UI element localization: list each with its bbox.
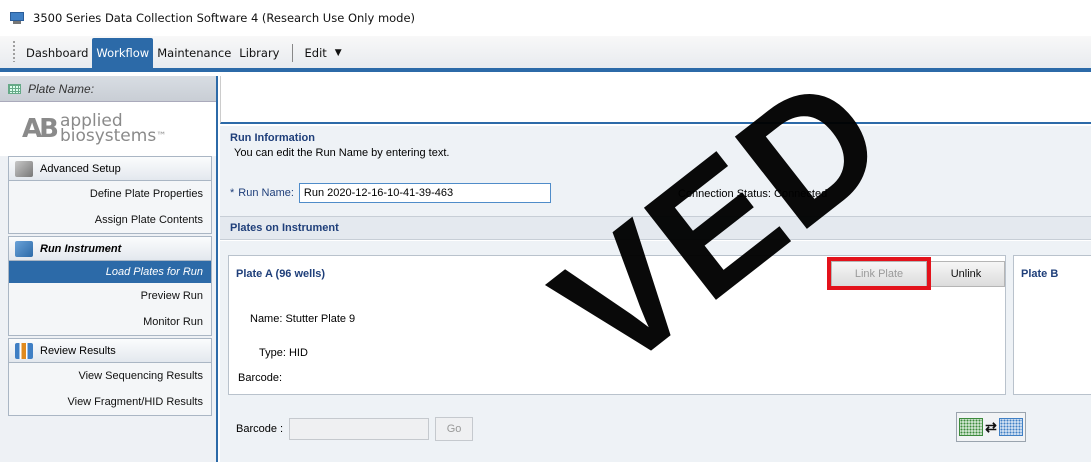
nav-header-label: Review Results <box>40 344 116 357</box>
logo-mark: AB <box>22 114 59 144</box>
tab-maintenance[interactable]: Maintenance <box>153 40 235 66</box>
nav-header-review-results[interactable]: Review Results <box>9 339 211 363</box>
run-instrument-icon <box>15 240 33 257</box>
plates-on-instrument-title: Plates on Instrument <box>230 222 339 234</box>
run-information-panel: Run Information You can edit the Run Nam… <box>220 126 1091 216</box>
edit-menu-label: Edit <box>304 46 327 60</box>
review-results-icon <box>15 342 33 359</box>
app-icon <box>10 12 24 24</box>
tab-dashboard[interactable]: Dashboard <box>22 40 92 66</box>
tab-workflow[interactable]: Workflow <box>92 38 154 72</box>
nav-section-advanced-setup: Advanced Setup Define Plate Properties A… <box>8 156 212 234</box>
run-information-title: Run Information <box>230 132 315 144</box>
sidebar-item-view-sequencing-results[interactable]: View Sequencing Results <box>9 363 211 389</box>
setup-icon <box>15 160 33 177</box>
nav-section-run-instrument: Run Instrument Load Plates for Run Previ… <box>8 236 212 336</box>
plate-a-name: Name: Stutter Plate 9 <box>250 313 356 325</box>
menubar: Dashboard Workflow Maintenance Library E… <box>0 36 1091 72</box>
run-name-input[interactable] <box>298 183 551 203</box>
applied-biosystems-logo: AB applied biosystems™ <box>0 102 216 156</box>
sidebar-item-preview-run[interactable]: Preview Run <box>9 283 211 309</box>
plate-name-label: Plate Name: <box>28 81 95 96</box>
sidebar: Plate Name: AB applied biosystems™ Advan… <box>0 76 218 462</box>
window-titlebar: 3500 Series Data Collection Software 4 (… <box>0 0 1091 36</box>
run-name-label: Run Name: <box>238 187 294 199</box>
barcode-input[interactable] <box>289 418 430 440</box>
logo-text: applied biosystems™ <box>59 113 167 146</box>
chevron-down-icon: ▼ <box>334 48 342 58</box>
plates-area: Plate A (96 wells) Link Plate Unlink Nam… <box>220 241 1091 462</box>
logo-tm: ™ <box>156 131 167 142</box>
nav-header-label: Advanced Setup <box>40 162 121 175</box>
plates-on-instrument-bar: Plates on Instrument <box>220 216 1091 240</box>
sidebar-item-assign-plate-contents[interactable]: Assign Plate Contents <box>9 207 211 233</box>
sidebar-item-view-fragment-hid-results[interactable]: View Fragment/HID Results <box>9 389 211 415</box>
plate-a-type: Type: HID <box>259 347 308 359</box>
barcode-label: Barcode : <box>236 423 284 435</box>
plate-a-title: Plate A (96 wells) <box>236 268 326 280</box>
toolbar-grip-icon <box>12 40 16 62</box>
plate-b-card: Plate B <box>1013 255 1091 395</box>
plate-b-title: Plate B <box>1021 268 1059 280</box>
main-header-strip <box>220 76 1091 124</box>
run-name-row: * Run Name: <box>230 183 551 203</box>
plate-b-mini-icon <box>999 418 1023 436</box>
sidebar-item-define-plate-properties[interactable]: Define Plate Properties <box>9 181 211 207</box>
nav-header-label: Run Instrument <box>40 242 122 255</box>
window-title: 3500 Series Data Collection Software 4 (… <box>33 11 416 25</box>
run-information-description: You can edit the Run Name by entering te… <box>234 147 450 159</box>
plate-name-bar: Plate Name: <box>0 76 216 102</box>
sidebar-item-monitor-run[interactable]: Monitor Run <box>9 309 211 335</box>
edit-menu[interactable]: Edit ▼ <box>301 40 346 66</box>
tab-library[interactable]: Library <box>235 40 283 66</box>
plate-a-barcode: Barcode: <box>238 372 283 384</box>
barcode-row: Barcode : Go <box>236 417 474 441</box>
logo-line2: biosystems <box>59 126 157 146</box>
main-content: Run Information You can edit the Run Nam… <box>220 76 1091 462</box>
nav-header-advanced-setup[interactable]: Advanced Setup <box>9 157 211 181</box>
required-asterisk: * <box>230 187 235 199</box>
nav-section-review-results: Review Results View Sequencing Results V… <box>8 338 212 416</box>
connection-status: Connection Status: Connected <box>678 188 828 200</box>
nav-header-run-instrument[interactable]: Run Instrument <box>9 237 211 261</box>
unlink-button[interactable]: Unlink <box>927 261 1005 287</box>
sidebar-item-load-plates-for-run[interactable]: Load Plates for Run <box>9 261 211 283</box>
menu-separator <box>291 44 293 62</box>
swap-plates-button[interactable]: ⇄ <box>956 412 1026 442</box>
plate-grid-icon <box>8 83 21 94</box>
plate-a-mini-icon <box>959 418 983 436</box>
swap-arrows-icon: ⇄ <box>985 418 997 435</box>
go-button[interactable]: Go <box>435 417 474 441</box>
plate-a-card: Plate A (96 wells) Link Plate Unlink Nam… <box>228 255 1006 395</box>
highlight-annotation-box <box>827 257 931 290</box>
